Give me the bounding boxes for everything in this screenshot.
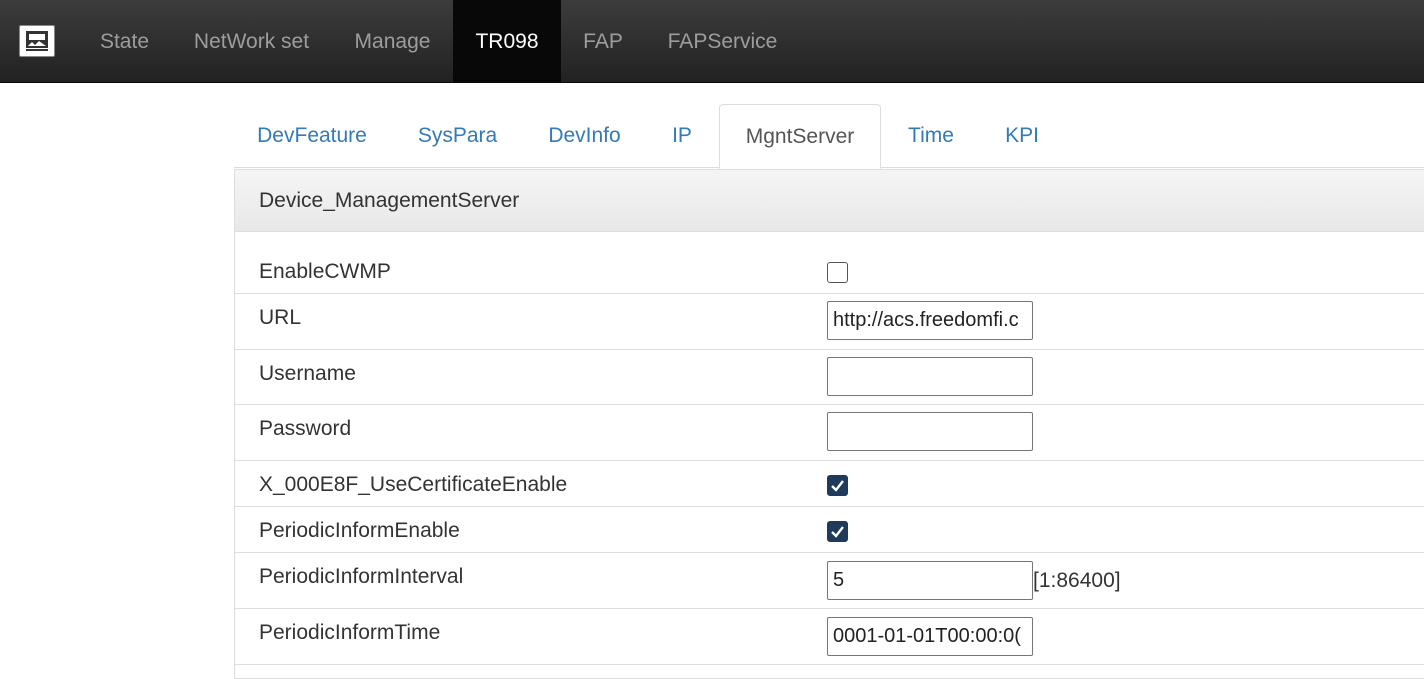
field-row-use-certificate: X_000E8F_UseCertificateEnable bbox=[235, 461, 1424, 507]
field-label: Username bbox=[259, 362, 356, 385]
management-server-panel: Device_ManagementServer EnableCWMP URL U… bbox=[234, 169, 1424, 679]
field-label: X_000E8F_UseCertificateEnable bbox=[259, 473, 568, 496]
checkmark-icon bbox=[831, 480, 844, 492]
password-input[interactable] bbox=[827, 412, 1033, 451]
nav-item-fapservice[interactable]: FAPService bbox=[645, 0, 800, 83]
url-input[interactable] bbox=[827, 301, 1033, 340]
field-label: EnableCWMP bbox=[259, 260, 391, 283]
field-row-periodic-inform-enable: PeriodicInformEnable bbox=[235, 507, 1424, 553]
field-row-periodic-inform-time: PeriodicInformTime bbox=[235, 609, 1424, 665]
field-label: PeriodicInformEnable bbox=[259, 519, 460, 542]
nav-item-state[interactable]: State bbox=[78, 0, 171, 83]
nav-item-tr098[interactable]: TR098 bbox=[453, 0, 561, 83]
field-row-password: Password bbox=[235, 405, 1424, 461]
tab-syspara[interactable]: SysPara bbox=[394, 104, 521, 168]
periodic-inform-time-input[interactable] bbox=[827, 617, 1033, 656]
tab-ip[interactable]: IP bbox=[647, 104, 717, 168]
tab-devfeature[interactable]: DevFeature bbox=[234, 104, 390, 168]
use-certificate-checkbox[interactable] bbox=[827, 475, 848, 496]
sub-tabs: DevFeature SysPara DevInfo IP MgntServer… bbox=[234, 104, 1424, 169]
nav-item-manage[interactable]: Manage bbox=[332, 0, 453, 83]
field-label: PeriodicInformInterval bbox=[259, 565, 464, 588]
periodic-inform-enable-checkbox[interactable] bbox=[827, 521, 848, 542]
top-navbar: State NetWork set Manage TR098 FAP FAPSe… bbox=[0, 0, 1424, 83]
nav-item-network-set[interactable]: NetWork set bbox=[171, 0, 332, 83]
enable-cwmp-checkbox[interactable] bbox=[827, 262, 848, 283]
field-label: PeriodicInformTime bbox=[259, 621, 441, 644]
tab-devinfo[interactable]: DevInfo bbox=[525, 104, 644, 168]
tab-mgntserver[interactable]: MgntServer bbox=[719, 104, 881, 169]
tab-time[interactable]: Time bbox=[884, 104, 978, 168]
field-row-enable-cwmp: EnableCWMP bbox=[235, 232, 1424, 294]
nav-item-fap[interactable]: FAP bbox=[561, 0, 645, 83]
router-logo-icon[interactable] bbox=[19, 25, 55, 57]
panel-title: Device_ManagementServer bbox=[235, 170, 1424, 232]
periodic-inform-interval-input[interactable] bbox=[827, 561, 1033, 600]
field-row-username: Username bbox=[235, 350, 1424, 405]
field-label: URL bbox=[259, 306, 302, 329]
field-row-url: URL bbox=[235, 294, 1424, 350]
field-label: Password bbox=[259, 417, 352, 440]
tab-kpi[interactable]: KPI bbox=[982, 104, 1062, 168]
checkmark-icon bbox=[831, 526, 844, 538]
range-hint: [1:86400] bbox=[1033, 569, 1121, 592]
username-input[interactable] bbox=[827, 357, 1033, 396]
field-row-periodic-inform-interval: PeriodicInformInterval [1:86400] bbox=[235, 553, 1424, 609]
